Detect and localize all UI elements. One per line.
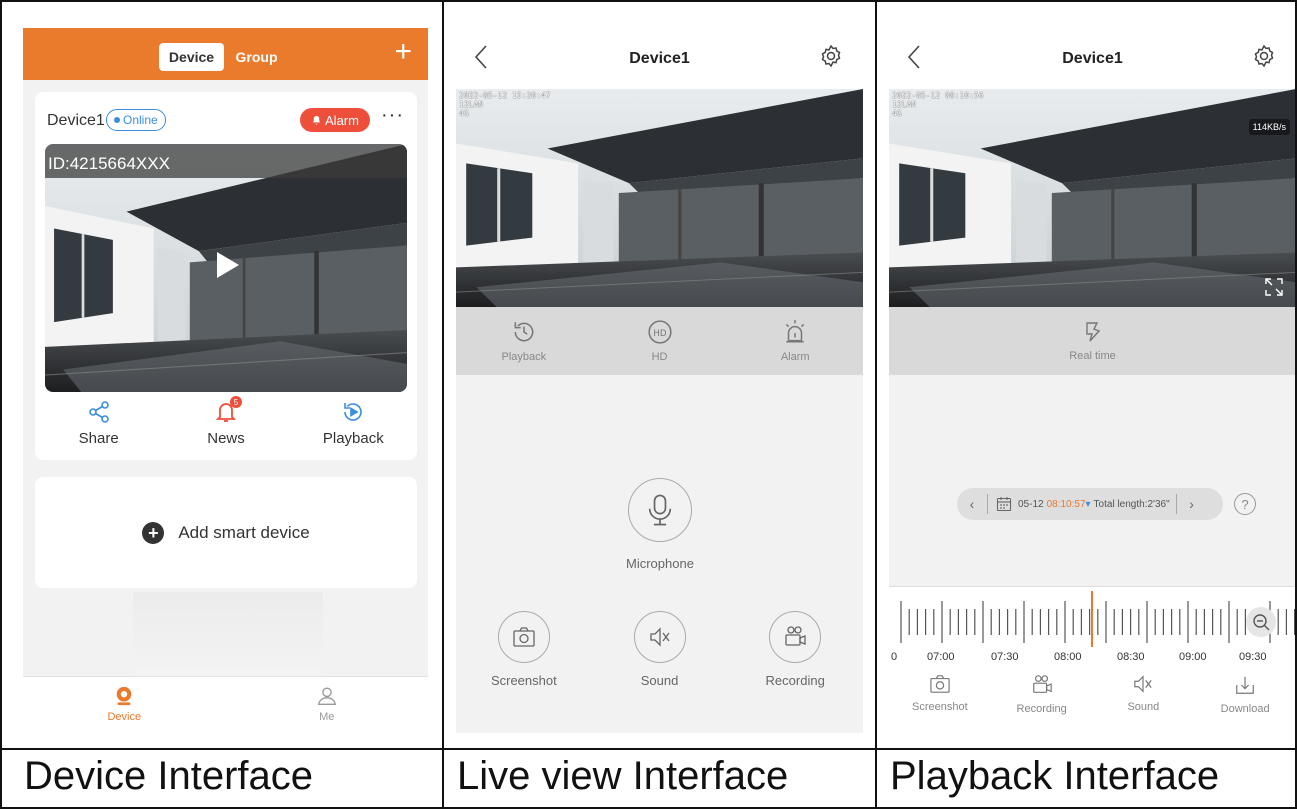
caption-device: Device Interface	[24, 754, 314, 798]
caption-live: Live view Interface	[457, 754, 789, 798]
caption-playback: Playback Interface	[890, 754, 1220, 798]
row-divider	[0, 748, 1297, 750]
figure-border	[0, 0, 1297, 809]
column-divider	[875, 0, 877, 809]
column-divider	[442, 0, 444, 809]
